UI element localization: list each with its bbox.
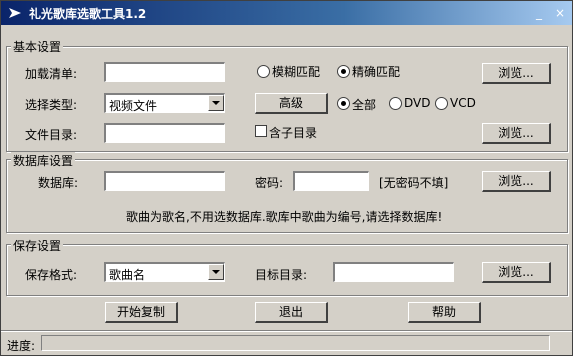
db-input[interactable] — [104, 171, 225, 191]
db-label: 数据库: — [38, 176, 79, 190]
dvd-radio[interactable] — [389, 97, 402, 110]
progress-bar — [41, 335, 550, 351]
pwd-input[interactable] — [293, 171, 369, 191]
db-settings-legend: 数据库设置 — [11, 152, 76, 169]
save-format-select[interactable]: 歌曲名 — [104, 262, 225, 282]
save-format-label: 保存格式: — [25, 268, 78, 282]
progress-label: 进度: — [7, 339, 36, 353]
load-list-input[interactable] — [104, 62, 225, 82]
no-pwd-hint: [无密码不填] — [379, 176, 449, 190]
vcd-radio-label[interactable]: VCD — [450, 96, 476, 110]
type-label: 选择类型: — [25, 98, 78, 112]
start-copy-button[interactable]: 开始复制 — [105, 302, 178, 323]
basic-settings-legend: 基本设置 — [11, 38, 64, 55]
browse-dir-button[interactable]: 浏览... — [482, 123, 551, 144]
dir-label: 文件目录: — [25, 128, 78, 142]
status-divider — [1, 330, 572, 332]
exact-match-label[interactable]: 精确匹配 — [352, 63, 400, 80]
app-window: 礼光歌库选歌工具1.2 _ × 基本设置 加载清单: 模糊匹配 精确匹配 浏览.… — [0, 0, 573, 356]
dvd-radio-label[interactable]: DVD — [404, 96, 430, 110]
browse-target-button[interactable]: 浏览... — [482, 262, 551, 283]
db-hint-text: 歌曲为歌名,不用选数据库.歌库中歌曲为编号,请选择数据库! — [126, 210, 443, 224]
fuzzy-match-radio[interactable] — [257, 65, 270, 78]
chevron-down-icon[interactable] — [208, 264, 224, 280]
window-title: 礼光歌库选歌工具1.2 — [29, 7, 147, 21]
exact-match-radio[interactable] — [337, 65, 350, 78]
type-select-value: 视频文件 — [109, 99, 158, 113]
target-dir-input[interactable] — [333, 262, 454, 282]
pwd-label: 密码: — [255, 176, 284, 190]
app-icon — [9, 8, 21, 18]
all-radio-label[interactable]: 全部 — [352, 96, 376, 113]
minimize-button[interactable]: _ — [531, 6, 547, 20]
fuzzy-match-label[interactable]: 模糊匹配 — [272, 63, 320, 80]
exit-button[interactable]: 退出 — [255, 302, 328, 323]
include-subdir-checkbox[interactable] — [255, 125, 267, 137]
type-select[interactable]: 视频文件 — [104, 93, 225, 113]
dir-input[interactable] — [104, 123, 225, 143]
browse-list-button[interactable]: 浏览... — [482, 63, 551, 84]
load-list-label: 加载清单: — [25, 67, 78, 81]
close-button[interactable]: × — [552, 6, 568, 20]
include-subdir-label[interactable]: 含子目录 — [269, 124, 317, 141]
help-button[interactable]: 帮助 — [408, 302, 481, 323]
save-format-value: 歌曲名 — [109, 268, 146, 282]
chevron-down-icon[interactable] — [208, 95, 224, 111]
save-settings-legend: 保存设置 — [11, 237, 64, 254]
title-bar[interactable]: 礼光歌库选歌工具1.2 _ × — [1, 1, 572, 25]
all-radio[interactable] — [337, 97, 350, 110]
advanced-button[interactable]: 高级 — [255, 93, 328, 114]
target-dir-label: 目标目录: — [255, 268, 308, 282]
browse-db-button[interactable]: 浏览... — [482, 171, 551, 192]
vcd-radio[interactable] — [435, 97, 448, 110]
